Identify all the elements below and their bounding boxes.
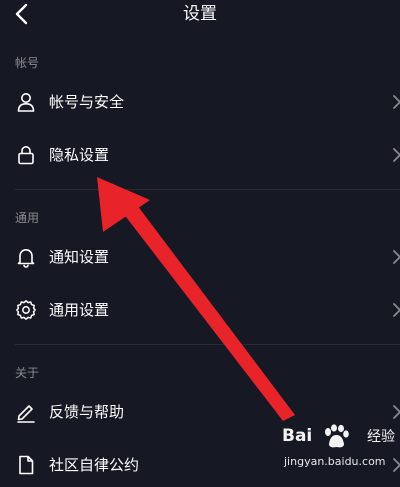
baidu-jingyan-watermark: Bai 经验 jingyan.baidu.com bbox=[282, 420, 400, 480]
arrow-shaft bbox=[123, 205, 295, 421]
watermark-brand-suffix: 经验 bbox=[367, 429, 395, 445]
watermark-url: jingyan.baidu.com bbox=[284, 455, 386, 468]
paw-icon bbox=[325, 424, 349, 448]
watermark-brand: Bai bbox=[282, 426, 313, 446]
annotation-arrow bbox=[97, 177, 295, 421]
